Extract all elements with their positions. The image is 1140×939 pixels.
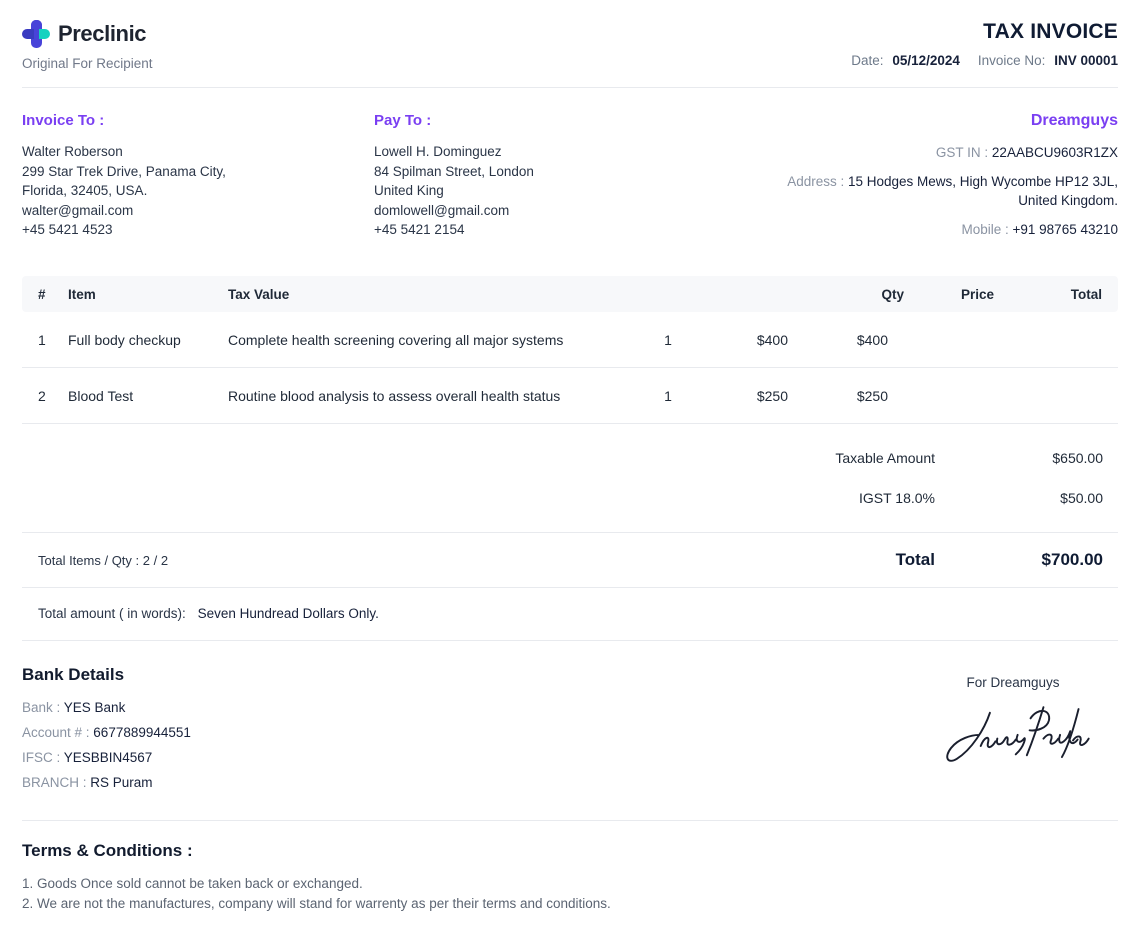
address-label: Address : (787, 174, 848, 189)
bank-details-heading: Bank Details (22, 665, 191, 685)
terms-item-1: 1. Goods Once sold cannot be taken back … (22, 874, 1118, 894)
ifsc-line: IFSC : YESBBIN4567 (22, 750, 191, 765)
seller-block: Dreamguys GST IN : 22AABCU9603R1ZX Addre… (704, 112, 1118, 248)
col-header-qty: Qty (824, 287, 904, 302)
row-sno: 2 (38, 388, 68, 404)
branch-line: BRANCH : RS Puram (22, 775, 191, 790)
invoice-to-address-1: 299 Star Trek Drive, Panama City, (22, 162, 374, 182)
amount-in-words-value: Seven Hundread Dollars Only. (198, 606, 379, 621)
table-row: 2 Blood Test Routine blood analysis to a… (22, 368, 1118, 424)
account-label: Account # : (22, 725, 93, 740)
gst-label: GST IN : (936, 145, 992, 160)
invoice-header: Preclinic Original For Recipient TAX INV… (22, 0, 1118, 88)
total-items-qty: Total Items / Qty : 2 / 2 (38, 553, 168, 568)
row-qty: 1 (628, 332, 708, 348)
items-table: # Item Tax Value Qty Price Total 1 Full … (22, 276, 1118, 424)
pay-to-email: domlowell@gmail.com (374, 201, 704, 221)
col-header-item: Item (68, 287, 228, 302)
pay-to-block: Pay To : Lowell H. Dominguez 84 Spilman … (374, 112, 704, 248)
invoice-page: Preclinic Original For Recipient TAX INV… (0, 0, 1140, 939)
address-value-2: United Kingdom. (1018, 193, 1118, 208)
row-sno: 1 (38, 332, 68, 348)
invoice-to-block: Invoice To : Walter Roberson 299 Star Tr… (22, 112, 374, 248)
terms-heading: Terms & Conditions : (22, 841, 1118, 861)
account-value: 6677889944551 (93, 725, 191, 740)
address-value-1: 15 Hodges Mews, High Wycombe HP12 3JL, (848, 174, 1118, 189)
bank-signature-section: Bank Details Bank : YES Bank Account # :… (22, 641, 1118, 820)
igst-label: IGST 18.0% (859, 490, 935, 506)
summary-section: Taxable Amount $650.00 IGST 18.0% $50.00… (22, 450, 1118, 641)
account-number-line: Account # : 6677889944551 (22, 725, 191, 740)
amount-in-words-label: Total amount ( in words): (38, 606, 186, 621)
row-desc: Complete health screening covering all m… (228, 332, 628, 348)
row-qty: 1 (628, 388, 708, 404)
bank-details-block: Bank Details Bank : YES Bank Account # :… (22, 665, 191, 800)
taxable-amount-value: $650.00 (935, 450, 1103, 466)
ifsc-label: IFSC : (22, 750, 64, 765)
invoice-to-heading: Invoice To : (22, 112, 374, 129)
preclinic-logo-icon (22, 20, 50, 48)
pay-to-heading: Pay To : (374, 112, 704, 129)
signature-for-label: For Dreamguys (918, 675, 1108, 690)
row-total: $400 (788, 332, 888, 348)
col-header-tax-value: Tax Value (228, 287, 824, 302)
pay-to-address-1: 84 Spilman Street, London (374, 162, 704, 182)
amount-in-words-row: Total amount ( in words): Seven Hundread… (22, 588, 1118, 641)
branch-value: RS Puram (90, 775, 152, 790)
mobile-value: +91 98765 43210 (1013, 222, 1118, 237)
seller-name: Dreamguys (704, 112, 1118, 130)
invoice-no-value: INV 00001 (1054, 53, 1118, 68)
taxable-amount-label: Taxable Amount (835, 450, 935, 466)
pay-to-phone: +45 5421 2154 (374, 220, 704, 240)
ifsc-value: YESBBIN4567 (64, 750, 153, 765)
bank-label: Bank : (22, 700, 64, 715)
row-price: $250 (708, 388, 788, 404)
invoice-to-email: walter@gmail.com (22, 201, 374, 221)
igst-row: IGST 18.0% $50.00 (22, 490, 1118, 506)
invoice-no-label: Invoice No: (978, 53, 1046, 68)
pay-to-name: Lowell H. Dominguez (374, 142, 704, 162)
invoice-to-name: Walter Roberson (22, 142, 374, 162)
taxable-amount-row: Taxable Amount $650.00 (22, 450, 1118, 466)
col-header-sno: # (38, 287, 68, 302)
brand-name: Preclinic (58, 21, 146, 47)
invoice-to-address-2: Florida, 32405, USA. (22, 181, 374, 201)
invoice-number: Invoice No: INV 00001 (978, 53, 1118, 68)
seller-mobile: Mobile : +91 98765 43210 (704, 220, 1118, 240)
total-row: Total Items / Qty : 2 / 2 Total $700.00 (22, 533, 1118, 588)
document-head: TAX INVOICE Date: 05/12/2024 Invoice No:… (851, 20, 1118, 68)
row-item: Blood Test (68, 388, 228, 404)
terms-item-2: 2. We are not the manufactures, company … (22, 894, 1118, 914)
date-label: Date: (851, 53, 883, 68)
total-label: Total (896, 550, 935, 570)
table-row: 1 Full body checkup Complete health scre… (22, 312, 1118, 368)
seller-address: Address : 15 Hodges Mews, High Wycombe H… (704, 172, 1118, 211)
row-price: $400 (708, 332, 788, 348)
branch-label: BRANCH : (22, 775, 90, 790)
igst-value: $50.00 (935, 490, 1103, 506)
signature-block: For Dreamguys (918, 665, 1108, 800)
date-value: 05/12/2024 (892, 53, 960, 68)
pay-to-address-2: United King (374, 181, 704, 201)
row-desc: Routine blood analysis to assess overall… (228, 388, 628, 404)
document-title: TAX INVOICE (851, 20, 1118, 44)
parties-section: Invoice To : Walter Roberson 299 Star Tr… (22, 88, 1118, 276)
bank-value: YES Bank (64, 700, 126, 715)
bank-name-line: Bank : YES Bank (22, 700, 191, 715)
row-item: Full body checkup (68, 332, 228, 348)
brand-block: Preclinic Original For Recipient (22, 20, 153, 71)
total-value: $700.00 (935, 550, 1103, 570)
col-header-total: Total (994, 287, 1102, 302)
mobile-label: Mobile : (961, 222, 1012, 237)
invoice-date: Date: 05/12/2024 (851, 53, 960, 68)
signature-image (928, 698, 1098, 770)
gst-value: 22AABCU9603R1ZX (992, 145, 1118, 160)
col-header-price: Price (904, 287, 994, 302)
table-header-row: # Item Tax Value Qty Price Total (22, 276, 1118, 312)
seller-gst: GST IN : 22AABCU9603R1ZX (704, 143, 1118, 163)
copy-type-label: Original For Recipient (22, 56, 153, 71)
row-total: $250 (788, 388, 888, 404)
terms-section: Terms & Conditions : 1. Goods Once sold … (22, 821, 1118, 928)
invoice-to-phone: +45 5421 4523 (22, 220, 374, 240)
